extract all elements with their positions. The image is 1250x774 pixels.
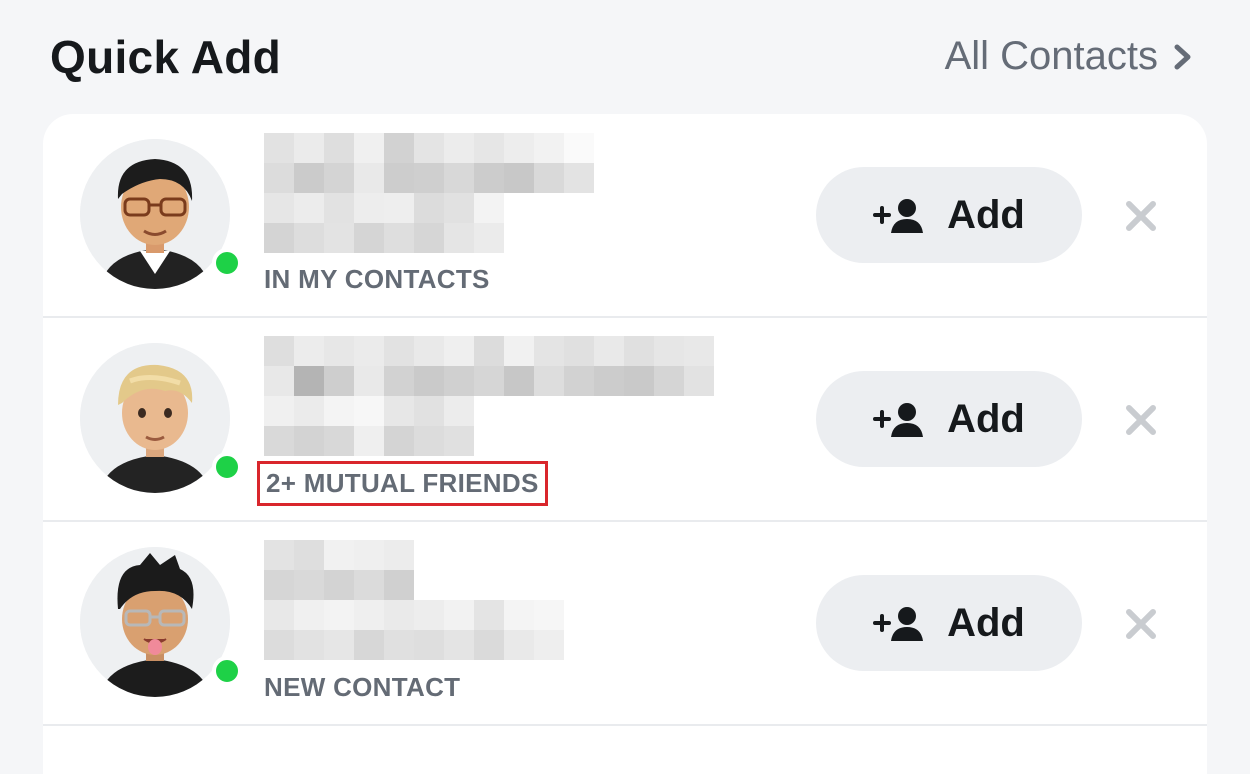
- suggestion-reason: 2+ MUTUAL FRIENDS: [257, 461, 548, 506]
- suggestion-reason: IN MY CONTACTS: [264, 264, 490, 294]
- all-contacts-label: All Contacts: [944, 34, 1158, 78]
- avatar[interactable]: [80, 343, 230, 493]
- avatar[interactable]: [80, 139, 230, 289]
- close-icon[interactable]: [1125, 608, 1157, 640]
- close-icon[interactable]: [1125, 200, 1157, 232]
- add-friend-icon: [873, 403, 924, 437]
- add-friend-button[interactable]: Add: [816, 167, 1082, 263]
- online-status-dot: [212, 452, 242, 482]
- section-title: Quick Add: [50, 31, 282, 83]
- list-item: NEW CONTACT Add: [43, 522, 1207, 726]
- bitmoji-icon: [80, 139, 230, 289]
- suggestion-reason: NEW CONTACT: [264, 672, 461, 702]
- add-friend-button[interactable]: Add: [816, 371, 1082, 467]
- avatar[interactable]: [80, 547, 230, 697]
- chevron-right-icon: [1174, 44, 1191, 69]
- redacted-name: [264, 540, 724, 660]
- all-contacts-link[interactable]: All Contacts: [945, 34, 1194, 79]
- redacted-name: [264, 336, 724, 456]
- add-friend-icon: [873, 607, 924, 641]
- add-button-label: Add: [947, 600, 1025, 645]
- add-friend-icon: [873, 199, 924, 233]
- redacted-name: [264, 133, 724, 253]
- add-friend-button[interactable]: Add: [816, 575, 1082, 671]
- online-status-dot: [212, 248, 242, 278]
- divider: [43, 724, 1207, 726]
- bitmoji-icon: [80, 343, 230, 493]
- quick-add-list: IN MY CONTACTS Add 2+ MUTUAL FRIENDS Add…: [43, 114, 1207, 774]
- list-item: IN MY CONTACTS Add: [43, 114, 1207, 318]
- list-item: 2+ MUTUAL FRIENDS Add: [43, 318, 1207, 522]
- add-button-label: Add: [947, 396, 1025, 441]
- close-icon[interactable]: [1125, 404, 1157, 436]
- bitmoji-icon: [80, 547, 230, 697]
- quick-add-header: Quick Add All Contacts: [0, 0, 1250, 112]
- online-status-dot: [212, 656, 242, 686]
- add-button-label: Add: [947, 192, 1025, 237]
